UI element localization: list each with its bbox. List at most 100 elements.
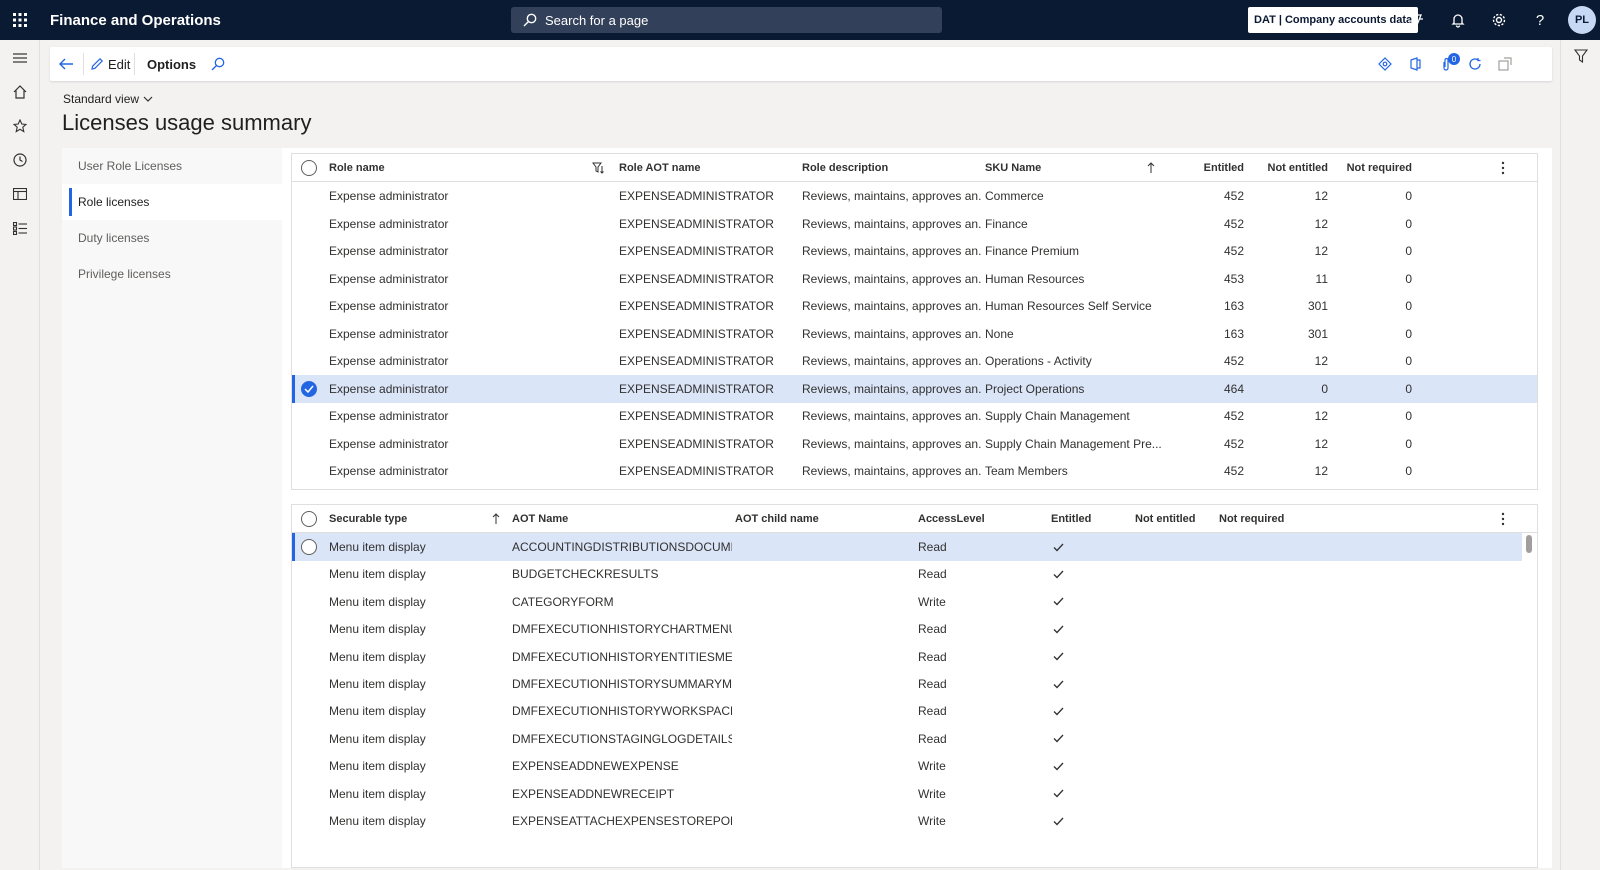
cell-access-level: Write [918, 759, 946, 774]
table-row[interactable]: Menu item display EXPENSEATTACHEXPENSESTO… [292, 807, 1522, 835]
cell-sku-name: None [985, 326, 1014, 341]
col-aot-name[interactable]: AOT Name [512, 505, 568, 533]
column-filter-icon[interactable] [592, 154, 604, 182]
options-menu-button[interactable]: Options [147, 47, 196, 81]
modules-list-icon[interactable] [8, 216, 32, 240]
select-all-radio[interactable] [301, 511, 317, 527]
edit-label: Edit [108, 56, 131, 72]
table-row[interactable]: Menu item display EXPENSEADDNEWRECEIPT Wri… [292, 780, 1522, 808]
page-title: Licenses usage summary [62, 110, 312, 135]
refresh-icon[interactable] [1468, 47, 1482, 81]
col-role-name[interactable]: Role name [329, 154, 385, 182]
sort-ascending-icon[interactable] [1147, 154, 1155, 182]
recent-clock-icon[interactable] [8, 148, 32, 172]
table-row[interactable]: Expense administrator EXPENSEADMINISTRATO… [292, 210, 1537, 238]
user-avatar[interactable]: PL [1568, 6, 1596, 34]
checkmark-icon [1053, 725, 1069, 753]
cell-role-description: Reviews, maintains, approves an... [802, 244, 982, 258]
filter-icon[interactable] [1573, 49, 1589, 66]
col-not-entitled[interactable]: Not entitled [1135, 505, 1196, 533]
col-sku-name[interactable]: SKU Name [985, 154, 1041, 182]
back-arrow-icon[interactable] [58, 47, 78, 81]
checkmark-icon [1053, 615, 1069, 643]
tab-user-role-licenses[interactable]: User Role Licenses [62, 148, 282, 184]
table-row[interactable]: Expense administrator EXPENSEADMINISTRATO… [292, 457, 1537, 485]
edit-button[interactable]: Edit [90, 47, 130, 81]
table-row[interactable]: Expense administrator EXPENSEADMINISTRATO… [292, 430, 1537, 458]
select-all-radio[interactable] [301, 160, 317, 176]
col-access-level[interactable]: AccessLevel [918, 505, 985, 533]
table-row[interactable]: Expense administrator EXPENSEADMINISTRATO… [292, 292, 1537, 320]
global-search-input[interactable]: Search for a page [511, 7, 942, 33]
col-securable-type[interactable]: Securable type [329, 505, 407, 533]
workspaces-icon[interactable] [8, 182, 32, 206]
col-role-aot-name[interactable]: Role AOT name [619, 154, 701, 182]
more-options-icon[interactable] [1495, 511, 1511, 527]
row-select-radio[interactable] [301, 380, 317, 397]
notifications-bell-icon[interactable] [1446, 8, 1470, 32]
cell-role-description: Reviews, maintains, approves an... [802, 409, 982, 423]
table-row[interactable]: Menu item display EXPENSEADDNEWEXPENSE Wri… [292, 752, 1522, 780]
col-not-required[interactable]: Not required [1219, 505, 1284, 533]
home-icon[interactable] [8, 80, 32, 104]
cell-role-description: Reviews, maintains, approves an... [802, 464, 982, 478]
power-apps-icon[interactable] [1378, 47, 1392, 81]
table-row[interactable]: Menu item display DMFEXECUTIONHISTORYSUMM… [292, 670, 1522, 698]
cell-role-name: Expense administrator [329, 381, 449, 396]
action-search-icon[interactable] [211, 47, 225, 81]
help-icon[interactable]: ? [1528, 8, 1552, 32]
cell-not-entitled: 301 [1307, 299, 1328, 313]
col-not-required[interactable]: Not required [1332, 154, 1412, 182]
col-not-entitled[interactable]: Not entitled [1252, 154, 1329, 182]
copilot-icon[interactable] [1404, 8, 1428, 32]
table-row[interactable]: Expense administrator EXPENSEADMINISTRATO… [292, 402, 1537, 430]
sort-ascending-icon[interactable] [492, 505, 500, 533]
company-picker-button[interactable]: DAT | Company accounts data [1248, 7, 1419, 33]
row-select-radio[interactable] [301, 539, 317, 555]
table-row[interactable]: Menu item display CATEGORYFORM Write [292, 588, 1522, 616]
cell-access-level: Write [918, 786, 946, 801]
col-role-description[interactable]: Role description [802, 154, 888, 182]
app-title[interactable]: Finance and Operations [50, 12, 221, 29]
cell-entitled: 452 [1223, 354, 1244, 368]
view-selector[interactable]: Standard view [63, 92, 153, 106]
attachments-icon[interactable]: 0 [1440, 47, 1460, 81]
cell-not-required: 0 [1405, 464, 1412, 478]
open-new-window-icon[interactable] [1498, 47, 1512, 81]
hamburger-menu-icon[interactable] [8, 46, 32, 70]
cell-role-name: Expense administrator [329, 299, 449, 313]
table-row[interactable]: Expense administrator EXPENSEADMINISTRATO… [292, 265, 1537, 293]
table-row[interactable]: Menu item display DMFEXECUTIONHISTORYENTI… [292, 643, 1522, 671]
favorites-star-icon[interactable] [8, 114, 32, 138]
cell-role-name: Expense administrator [329, 244, 449, 258]
table-row[interactable]: Expense administrator EXPENSEADMINISTRATO… [292, 374, 1537, 403]
cell-access-level: Read [918, 677, 947, 691]
col-entitled[interactable]: Entitled [1051, 505, 1091, 533]
settings-gear-icon[interactable] [1487, 8, 1511, 32]
cell-aot-name: EXPENSEADDNEWEXPENSE [512, 759, 679, 774]
tab-role-licenses[interactable]: Role licenses [62, 184, 282, 220]
cell-not-entitled: 12 [1314, 244, 1328, 258]
col-aot-child-name[interactable]: AOT child name [735, 505, 819, 533]
cell-aot-name: DMFEXECUTIONHISTORYSUMMARYME... [512, 677, 732, 691]
cell-securable-type: Menu item display [329, 540, 426, 554]
table-row[interactable]: Expense administrator EXPENSEADMINISTRATO… [292, 320, 1537, 348]
tab-duty-licenses[interactable]: Duty licenses [62, 220, 282, 256]
table-row[interactable]: Expense administrator EXPENSEADMINISTRATO… [292, 347, 1537, 375]
table-row[interactable]: Menu item display DMFEXECUTIONSTAGINGLOGD… [292, 725, 1522, 753]
table-row[interactable]: Menu item display DMFEXECUTIONHISTORYCHAR… [292, 615, 1522, 643]
table-row[interactable]: Expense administrator EXPENSEADMINISTRATO… [292, 237, 1537, 265]
cell-role-aot-name: EXPENSEADMINISTRATOR [619, 271, 774, 286]
office-open-icon[interactable] [1408, 47, 1422, 81]
table-row[interactable]: Expense administrator EXPENSEADMINISTRATO… [292, 182, 1537, 210]
tab-privilege-licenses[interactable]: Privilege licenses [62, 256, 282, 292]
scrollbar-thumb[interactable] [1526, 535, 1532, 553]
app-launcher-icon[interactable] [0, 0, 40, 40]
col-entitled[interactable]: Entitled [1172, 154, 1244, 182]
table-row[interactable]: Menu item display BUDGETCHECKRESULTS Read [292, 560, 1522, 588]
table-row[interactable]: Menu item display DMFEXECUTIONHISTORYWORK… [292, 697, 1522, 725]
table-row[interactable]: Menu item display ACCOUNTINGDISTRIBUTIONS… [292, 533, 1522, 561]
more-options-icon[interactable] [1495, 160, 1511, 176]
checkmark-icon [1053, 588, 1069, 616]
cell-aot-name: DMFEXECUTIONSTAGINGLOGDETAILS [512, 731, 732, 746]
